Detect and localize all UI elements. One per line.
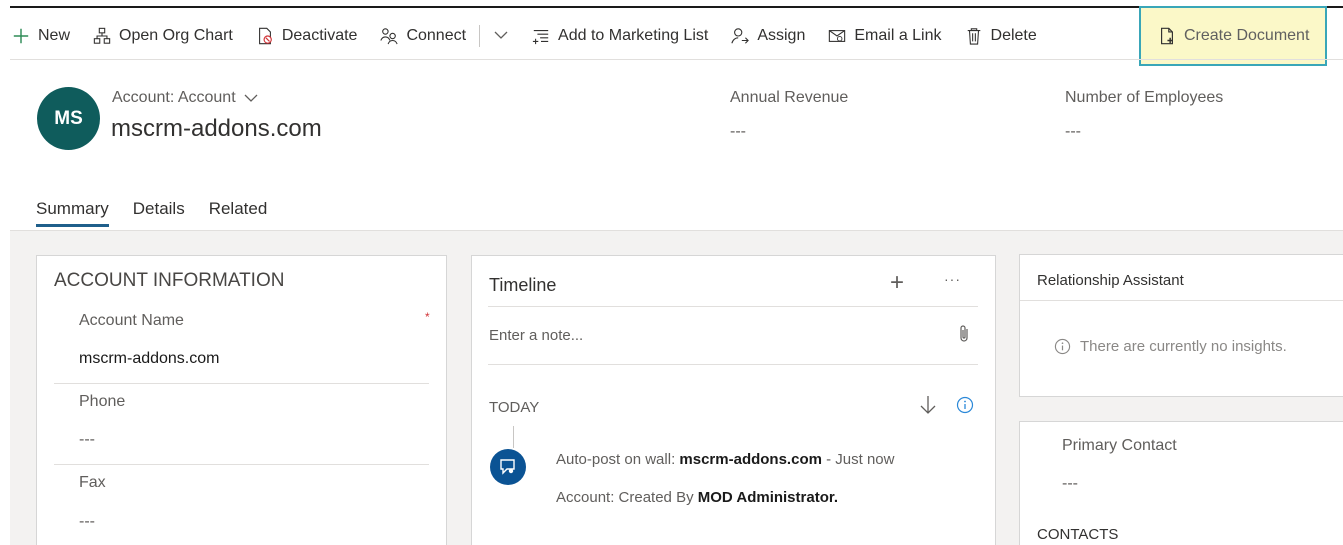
primary-contact-label: Primary Contact [1062, 437, 1177, 454]
section-title: ACCOUNT INFORMATION [54, 270, 285, 291]
assign-label: Assign [757, 27, 806, 44]
attachment-icon[interactable] [958, 324, 970, 349]
account-name-field[interactable]: mscrm-addons.com [79, 350, 219, 368]
field-divider [54, 383, 429, 384]
sort-down-icon[interactable] [919, 394, 937, 421]
left-edge [0, 60, 10, 545]
connect-icon [379, 26, 399, 46]
tab-related[interactable]: Related [209, 199, 268, 227]
contacts-title: CONTACTS [1037, 526, 1119, 543]
relationship-assistant-title: Relationship Assistant [1037, 272, 1184, 289]
timeline-divider [488, 306, 978, 307]
add-to-marketing-list-label: Add to Marketing List [558, 27, 709, 44]
deactivate-icon [255, 26, 275, 46]
new-button[interactable]: New [0, 16, 81, 56]
plus-icon [11, 26, 31, 46]
info-icon[interactable] [956, 396, 974, 419]
org-chart-icon [92, 26, 112, 46]
assign-icon [730, 26, 750, 46]
number-of-employees-label: Number of Employees [1065, 89, 1224, 106]
add-to-marketing-list-button[interactable]: Add to Marketing List [520, 16, 719, 56]
command-items: New Open Org Chart Deactivate Connect Ad… [0, 16, 1048, 56]
account-information-section: ACCOUNT INFORMATION Account Name * mscrm… [36, 255, 447, 545]
post-icon [500, 459, 515, 475]
more-options-button[interactable]: ··· [944, 271, 961, 287]
connect-more-dropdown[interactable] [484, 16, 520, 56]
section-divider [1020, 300, 1343, 301]
post-body: Account: Created By MOD Administrator. [556, 489, 838, 506]
delete-label: Delete [990, 27, 1037, 44]
account-name-label: Account Name [79, 312, 184, 329]
connect-button[interactable]: Connect [368, 16, 477, 56]
phone-label: Phone [79, 393, 126, 410]
toolbar-divider [479, 25, 481, 47]
tab-details[interactable]: Details [133, 199, 185, 227]
post-entity: mscrm-addons.com [679, 451, 822, 468]
create-document-label: Create Document [1184, 27, 1310, 44]
post-time: - Just now [826, 451, 895, 468]
phone-field[interactable]: --- [79, 431, 95, 449]
fax-field[interactable]: --- [79, 513, 95, 531]
post-headline[interactable]: Auto-post on wall: mscrm-addons.com - Ju… [556, 451, 894, 468]
timeline-title: Timeline [489, 275, 557, 295]
post-prefix: Auto-post on wall: [556, 451, 676, 468]
fax-label: Fax [79, 474, 106, 491]
relationship-assistant-section: Relationship Assistant There are current… [1019, 254, 1343, 397]
new-label: New [38, 27, 71, 44]
primary-contact-field[interactable]: --- [1062, 475, 1078, 493]
add-activity-button[interactable]: + [890, 271, 904, 295]
no-insights-message: There are currently no insights. [1054, 338, 1287, 355]
chevron-down-icon [494, 27, 508, 45]
command-bar: New Open Org Chart Deactivate Connect Ad… [0, 0, 1343, 66]
create-document-icon [1157, 26, 1177, 46]
primary-contact-section: Primary Contact --- CONTACTS [1019, 421, 1343, 545]
required-indicator: * [425, 310, 430, 324]
timeline-section: Timeline + ··· Enter a note... TODAY Aut… [471, 255, 996, 545]
note-input[interactable]: Enter a note... [489, 327, 583, 344]
chevron-down-icon [244, 94, 258, 102]
tab-summary[interactable]: Summary [36, 199, 109, 227]
no-insights-text: There are currently no insights. [1080, 338, 1287, 355]
deactivate-label: Deactivate [281, 27, 358, 44]
annual-revenue-label: Annual Revenue [730, 89, 849, 106]
deactivate-button[interactable]: Deactivate [244, 16, 369, 56]
record-title: mscrm-addons.com [111, 115, 322, 142]
open-org-chart-button[interactable]: Open Org Chart [81, 16, 244, 56]
avatar: MS [37, 87, 100, 150]
post-avatar [490, 449, 526, 485]
email-link-icon [827, 26, 847, 46]
field-divider [54, 464, 429, 465]
post-sub-prefix: Account: Created By [556, 489, 694, 506]
post-author: MOD Administrator. [697, 489, 839, 506]
timeline-divider [488, 364, 978, 365]
create-document-button[interactable]: Create Document [1139, 6, 1328, 66]
today-group-label: TODAY [489, 399, 540, 416]
entity-type-selector[interactable]: Account: Account [112, 89, 258, 107]
list-add-icon [531, 26, 551, 46]
number-of-employees-value: --- [1065, 123, 1081, 140]
entity-type-label: Account: Account [112, 89, 236, 106]
trash-icon [964, 26, 984, 46]
info-icon [1054, 338, 1071, 355]
email-a-link-button[interactable]: Email a Link [816, 16, 952, 56]
tab-list: Summary Details Related [36, 199, 291, 227]
delete-button[interactable]: Delete [953, 16, 1048, 56]
connect-label: Connect [406, 27, 467, 44]
assign-button[interactable]: Assign [719, 16, 816, 56]
timeline-connector [513, 426, 514, 448]
email-a-link-label: Email a Link [854, 27, 942, 44]
open-org-chart-label: Open Org Chart [119, 27, 233, 44]
annual-revenue-value: --- [730, 123, 746, 140]
